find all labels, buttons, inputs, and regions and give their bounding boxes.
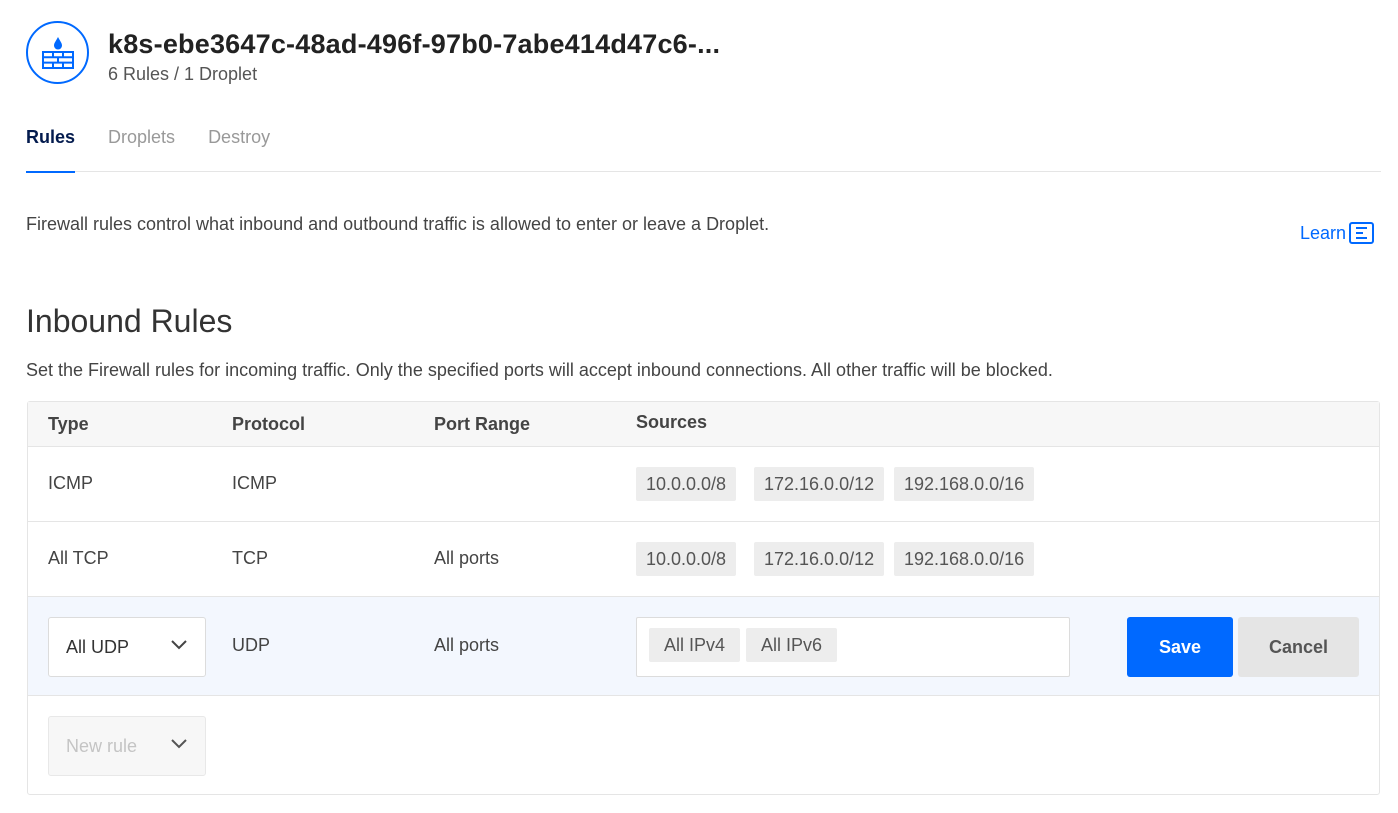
tab-bar: Rules Droplets Destroy xyxy=(26,127,1381,173)
new-rule-placeholder: New rule xyxy=(66,735,138,756)
source-chip: 192.168.0.0/16 xyxy=(894,467,1035,501)
tab-rules[interactable]: Rules xyxy=(26,127,76,173)
column-type: Type xyxy=(48,414,89,434)
rule-protocol: UDP xyxy=(232,635,271,655)
source-chip: 172.16.0.0/12 xyxy=(754,467,885,501)
column-protocol: Protocol xyxy=(232,414,306,434)
new-rule-row: New rule xyxy=(28,696,1379,795)
table-row: All TCP TCP All ports 10.0.0.0/8 172.16.… xyxy=(28,522,1379,597)
intro-text: Firewall rules control what inbound and … xyxy=(26,214,770,234)
firewall-title: k8s-ebe3647c-48ad-496f-97b0-7abe414d47c6… xyxy=(108,29,721,59)
tab-destroy[interactable]: Destroy xyxy=(208,127,270,171)
new-rule-select[interactable]: New rule xyxy=(48,716,206,776)
rule-port-range: All ports xyxy=(434,548,500,568)
rule-port-range: All ports xyxy=(434,635,500,655)
firewall-header: k8s-ebe3647c-48ad-496f-97b0-7abe414d47c6… xyxy=(26,21,720,85)
learn-label: Learn xyxy=(1300,222,1347,243)
source-chip: 172.16.0.0/12 xyxy=(754,542,885,576)
inbound-rules-title: Inbound Rules xyxy=(26,303,233,339)
save-button[interactable]: Save xyxy=(1127,617,1233,677)
chevron-down-icon xyxy=(171,640,187,650)
source-chip[interactable]: All IPv4 xyxy=(649,628,741,662)
learn-link[interactable]: Learn xyxy=(1300,222,1375,244)
firewall-icon xyxy=(26,21,89,84)
table-header: Type Protocol Port Range Sources xyxy=(28,402,1379,447)
inbound-rules-table: Type Protocol Port Range Sources ICMP IC… xyxy=(27,401,1380,795)
column-port-range: Port Range xyxy=(434,414,531,434)
source-chip: 10.0.0.0/8 xyxy=(636,542,737,576)
firewall-subtitle: 6 Rules / 1 Droplet xyxy=(108,64,258,84)
doc-icon xyxy=(1349,222,1375,244)
chevron-down-icon xyxy=(171,739,187,749)
sources-input[interactable]: All IPv4 All IPv6 xyxy=(636,617,1070,677)
source-chip: 192.168.0.0/16 xyxy=(894,542,1035,576)
inbound-rules-description: Set the Firewall rules for incoming traf… xyxy=(26,360,1053,380)
edit-rule-row: All UDP UDP All ports All IPv4 All IPv6 … xyxy=(28,597,1379,696)
firewall-page: k8s-ebe3647c-48ad-496f-97b0-7abe414d47c6… xyxy=(0,0,1398,813)
rule-type-value: All UDP xyxy=(66,636,130,657)
table-row: ICMP ICMP 10.0.0.0/8 172.16.0.0/12 192.1… xyxy=(28,447,1379,522)
source-chip: 10.0.0.0/8 xyxy=(636,467,737,501)
rule-protocol: ICMP xyxy=(232,473,277,493)
tab-droplets[interactable]: Droplets xyxy=(108,127,175,171)
rule-type-select[interactable]: All UDP xyxy=(48,617,206,677)
rule-protocol: TCP xyxy=(232,548,268,568)
header-text: k8s-ebe3647c-48ad-496f-97b0-7abe414d47c6… xyxy=(108,29,720,85)
source-chip[interactable]: All IPv6 xyxy=(746,628,838,662)
column-sources: Sources xyxy=(636,412,708,432)
cancel-button[interactable]: Cancel xyxy=(1238,617,1359,677)
rule-type: All TCP xyxy=(48,548,109,568)
rule-type: ICMP xyxy=(48,473,93,493)
